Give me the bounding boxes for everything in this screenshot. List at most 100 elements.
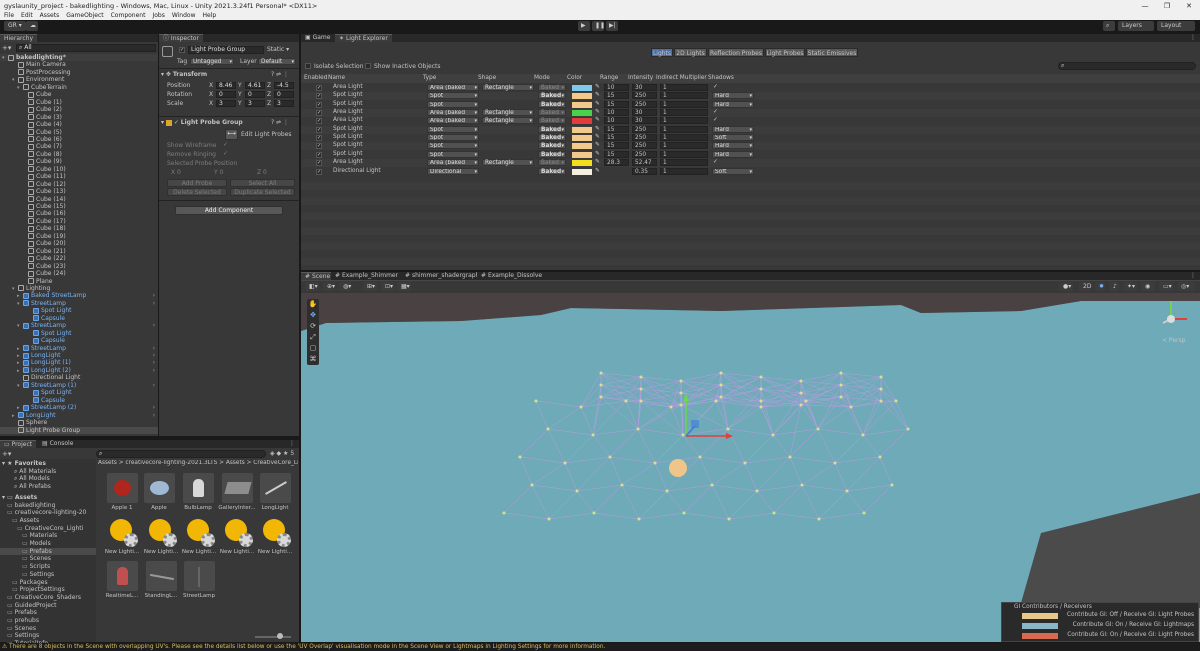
probe-point[interactable] — [759, 375, 763, 379]
probe-point[interactable] — [637, 517, 641, 521]
indirect-field[interactable]: 1 — [660, 125, 708, 133]
hierarchy-item[interactable]: ▾ Lighting — [0, 285, 158, 292]
color-swatch[interactable] — [572, 85, 592, 91]
probe-point[interactable] — [743, 461, 747, 465]
rotation-x-field[interactable]: 0 — [216, 91, 236, 98]
open-prefab-icon[interactable]: › — [153, 322, 155, 329]
probe-point[interactable] — [788, 455, 792, 459]
hand-tool-icon[interactable]: ✋ — [307, 299, 319, 310]
table-row[interactable]: ✓ Area Light Area (baked only)Rectangle Bak… — [301, 117, 1200, 126]
hierarchy-item[interactable]: Directional Light — [0, 374, 158, 381]
minimize-button[interactable]: — — [1134, 0, 1156, 12]
type-dropdown[interactable]: Spot — [427, 100, 479, 108]
hierarchy-item[interactable]: ▸ Baked StreetLamp › — [0, 292, 158, 299]
column-header[interactable]: Shadows — [708, 75, 734, 82]
indirect-field[interactable]: 1 — [660, 92, 708, 100]
tag-dropdown[interactable]: Untagged — [190, 58, 234, 65]
hierarchy-item[interactable]: Spot Light — [0, 330, 158, 337]
shadows-dropdown[interactable]: Hard Shadows — [712, 125, 754, 133]
favorite-item[interactable]: ⌕ All Prefabs — [14, 483, 51, 490]
hierarchy-item[interactable]: Cube (11) — [0, 173, 158, 180]
shape-dropdown[interactable]: Rectangle — [482, 109, 534, 117]
color-swatch[interactable] — [572, 160, 592, 167]
delete-selected-button[interactable]: Delete Selected — [167, 188, 227, 196]
asset-tile[interactable]: New Lighti... — [179, 517, 219, 555]
intensity-field[interactable]: 250 — [632, 125, 657, 133]
mode-dropdown[interactable]: Baked — [538, 142, 566, 150]
favorite-item[interactable]: ⌕ All Materials — [14, 468, 56, 475]
table-row[interactable]: ✓ Spot Light Spot Baked ✎ 152501 Hard Shadows — [301, 100, 1200, 109]
grid-icon[interactable]: ⊞▾ — [363, 282, 377, 291]
hierarchy-item[interactable]: ▸ StreetLamp (2) › — [0, 404, 158, 411]
asset-tile[interactable]: LongLight — [255, 473, 295, 511]
intensity-field[interactable]: 250 — [632, 92, 657, 100]
global-icon[interactable]: ◍▾ — [339, 282, 351, 291]
probe-point[interactable] — [719, 383, 723, 387]
shadows-dropdown[interactable]: Soft Shadows — [712, 134, 754, 142]
probe-point[interactable] — [563, 461, 567, 465]
tab-hierarchy[interactable]: Hierarchy — [0, 34, 38, 42]
probe-point[interactable] — [546, 427, 550, 431]
probe-point[interactable] — [755, 489, 759, 493]
probe-point[interactable] — [579, 405, 583, 409]
hierarchy-item[interactable]: Cube (2) — [0, 106, 158, 113]
transform-tool-icon[interactable]: ⌘ — [307, 354, 319, 365]
probe-point[interactable] — [665, 489, 669, 493]
pivot-icon[interactable]: ⊕▾ — [323, 282, 335, 291]
tab-light-explorer[interactable]: ✶ Light Explorer — [335, 34, 392, 42]
probe-point[interactable] — [679, 403, 683, 407]
folder-item[interactable]: ▭ ProjectSettings — [0, 586, 96, 593]
enabled-checkbox[interactable]: ✓ — [316, 101, 322, 108]
tab-project[interactable]: ▭ Project — [0, 440, 37, 448]
table-row[interactable]: ✓ Spot Light Spot Baked ✎ 152501 Hard Shadows — [301, 125, 1200, 134]
probe-point[interactable] — [817, 517, 821, 521]
shape-dropdown[interactable]: Rectangle — [482, 159, 534, 167]
probe-point[interactable] — [890, 483, 894, 487]
indirect-field[interactable]: 1 — [660, 84, 708, 91]
persp-label[interactable]: < Persp — [1162, 337, 1185, 344]
hierarchy-item[interactable]: Cube (21) — [0, 248, 158, 255]
probe-point[interactable] — [599, 395, 603, 399]
mode-dropdown[interactable]: Baked — [538, 134, 566, 142]
show-inactive-checkbox[interactable] — [365, 63, 371, 69]
intensity-field[interactable]: 250 — [632, 142, 657, 150]
type-dropdown[interactable]: Area (baked only) — [427, 84, 479, 91]
open-prefab-icon[interactable]: › — [153, 352, 155, 359]
asset-tile[interactable]: GalleryInter... — [217, 473, 257, 511]
eyedropper-icon[interactable]: ✎ — [595, 134, 600, 141]
type-dropdown[interactable]: Spot — [427, 92, 479, 100]
asset-tile[interactable]: RealtimeL... — [102, 561, 142, 599]
range-field[interactable]: 28.3 — [604, 159, 629, 167]
hierarchy-item[interactable]: Cube (7) — [0, 143, 158, 150]
hierarchy-item[interactable]: Cube (14) — [0, 196, 158, 203]
probe-point[interactable] — [759, 405, 763, 409]
static-toggle[interactable]: Static ▾ — [267, 46, 289, 53]
indirect-field[interactable]: 1 — [660, 159, 708, 167]
favorites-header[interactable]: ▾ ★ Favorites — [2, 460, 46, 467]
enabled-checkbox[interactable]: ✓ — [316, 151, 322, 158]
probe-point[interactable] — [530, 483, 534, 487]
isolate-selection-checkbox[interactable] — [305, 63, 311, 69]
indirect-field[interactable]: 1 — [660, 109, 708, 117]
hierarchy-item[interactable]: Light Probe Group — [0, 426, 158, 434]
probe-point[interactable] — [839, 371, 843, 375]
hierarchy-item[interactable]: Capsule — [0, 397, 158, 404]
probe-point[interactable] — [727, 517, 731, 521]
open-prefab-icon[interactable]: › — [153, 345, 155, 352]
type-dropdown[interactable]: Spot — [427, 150, 479, 158]
probe-point[interactable] — [714, 399, 718, 403]
column-header[interactable]: Shape — [478, 75, 496, 82]
add-component-button[interactable]: Add Component — [175, 206, 283, 215]
asset-tile[interactable]: Apple — [139, 473, 179, 511]
column-header[interactable]: Color — [567, 75, 582, 82]
column-header[interactable]: Indirect Multiplier — [656, 75, 707, 82]
probe-point[interactable] — [772, 511, 776, 515]
folder-item[interactable]: ▭ Prefabs — [0, 547, 96, 556]
indirect-field[interactable]: 1 — [660, 117, 708, 125]
sphere-object[interactable] — [669, 459, 687, 477]
draw-mode-icon[interactable]: ◧▾ — [305, 282, 319, 291]
eyedropper-icon[interactable]: ✎ — [595, 84, 600, 91]
status-bar[interactable]: ⚠ There are 8 objects in the Scene with … — [0, 643, 1200, 651]
probe-point[interactable] — [894, 399, 898, 403]
intensity-field[interactable]: 250 — [632, 134, 657, 142]
